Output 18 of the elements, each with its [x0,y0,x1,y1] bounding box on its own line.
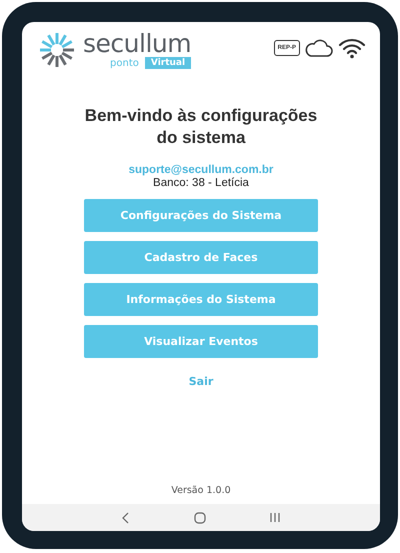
burst-logo-icon [39,32,75,68]
menu-button[interactable]: Informações do Sistema [84,283,318,316]
home-icon[interactable] [194,512,206,524]
user-email: suporte@secullum.com.br [128,164,274,176]
product-badge: Virtual [144,57,192,69]
menu-button[interactable]: Configurações do Sistema [84,199,318,232]
welcome-title: Bem-vindo às configurações do sistema [84,105,318,149]
back-icon[interactable] [122,512,130,524]
database-label: Banco: 38 - Letícia [152,177,250,189]
recent-apps-icon[interactable] [270,512,280,523]
menu-button[interactable]: Cadastro de Faces [84,241,318,274]
menu-button[interactable]: Visualizar Eventos [84,325,318,358]
product-name: ponto [110,58,139,68]
version-label: Versão 1.0.0 [170,485,232,496]
cloud-icon [304,38,334,58]
logout-link[interactable]: Sair [188,375,214,388]
brand-name: secullum [83,31,192,57]
wifi-icon [338,37,366,59]
